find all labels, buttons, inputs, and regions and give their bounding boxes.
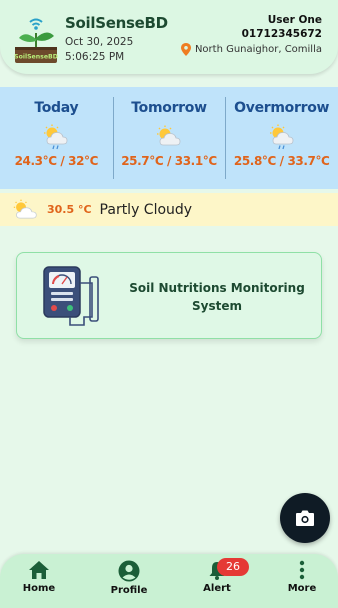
partly-cloudy-icon [157,125,181,146]
rain-sun-cloud-icon [44,124,68,150]
rain-sun-cloud-icon [269,124,294,150]
forecast-day-label: Tomorrow [131,100,207,116]
current-temp: 30.5 °C [47,203,92,216]
forecast-temp: 25.8°C / 33.7°C [233,154,330,168]
app-header: SoilSenseBD SoilSenseBD Oct 30, 2025 5:0… [0,0,338,74]
nav-home-label: Home [22,583,56,594]
nav-profile-label: Profile [110,585,148,596]
home-icon [29,561,49,579]
current-condition: Partly Cloudy [99,201,193,218]
user-location: North Gunaighor, Comilla [180,43,322,56]
nav-more[interactable]: More [272,560,332,594]
more-vertical-icon [299,560,305,580]
profile-icon [118,560,140,582]
camera-button[interactable] [280,493,330,543]
forecast-temp: 24.3°C / 32°C [14,154,99,168]
forecast-day-label: Today [34,100,79,116]
forecast-today: Today 24.3°C / 32°C [0,87,113,189]
nav-more-label: More [287,583,317,594]
weather-forecast: Today 24.3°C / 32°C Tomorrow 25.7°C / 33… [0,87,338,189]
user-name: User One [267,14,322,26]
forecast-overmorrow: Overmorrow 25.8°C / 33.7°C [225,87,338,189]
forecast-tomorrow: Tomorrow 25.7°C / 33.1°C [112,87,226,189]
forecast-temp: 25.7°C / 33.1°C [121,154,217,168]
alert-count-badge: 26 [217,558,249,576]
soil-monitoring-card[interactable]: Soil Nutritions Monitoring System [16,252,322,339]
app-name: SoilSenseBD [65,14,168,32]
forecast-day-label: Overmorrow [234,100,330,116]
current-date: Oct 30, 2025 [65,36,134,48]
soil-meter-icon [43,266,99,326]
nav-home[interactable]: Home [9,560,69,594]
card-title: Soil Nutritions Monitoring System [129,281,305,313]
camera-icon [296,510,314,526]
partly-cloudy-icon [13,199,37,218]
soilsense-logo: SoilSenseBD [14,18,58,63]
nav-profile[interactable]: Profile [99,560,159,596]
current-time: 5:06:25 PM [65,51,125,63]
user-phone: 01712345672 [241,28,322,40]
nav-alert-label: Alert [203,583,231,594]
nav-alert[interactable]: 26 Alert [187,558,249,594]
bottom-navigation: Home Profile 26 Alert More [0,554,338,608]
location-pin-icon [180,43,191,56]
current-weather-bar: 30.5 °C Partly Cloudy [0,193,338,226]
user-location-text: North Gunaighor, Comilla [194,44,322,55]
logo-wordmark: SoilSenseBD [14,54,58,61]
